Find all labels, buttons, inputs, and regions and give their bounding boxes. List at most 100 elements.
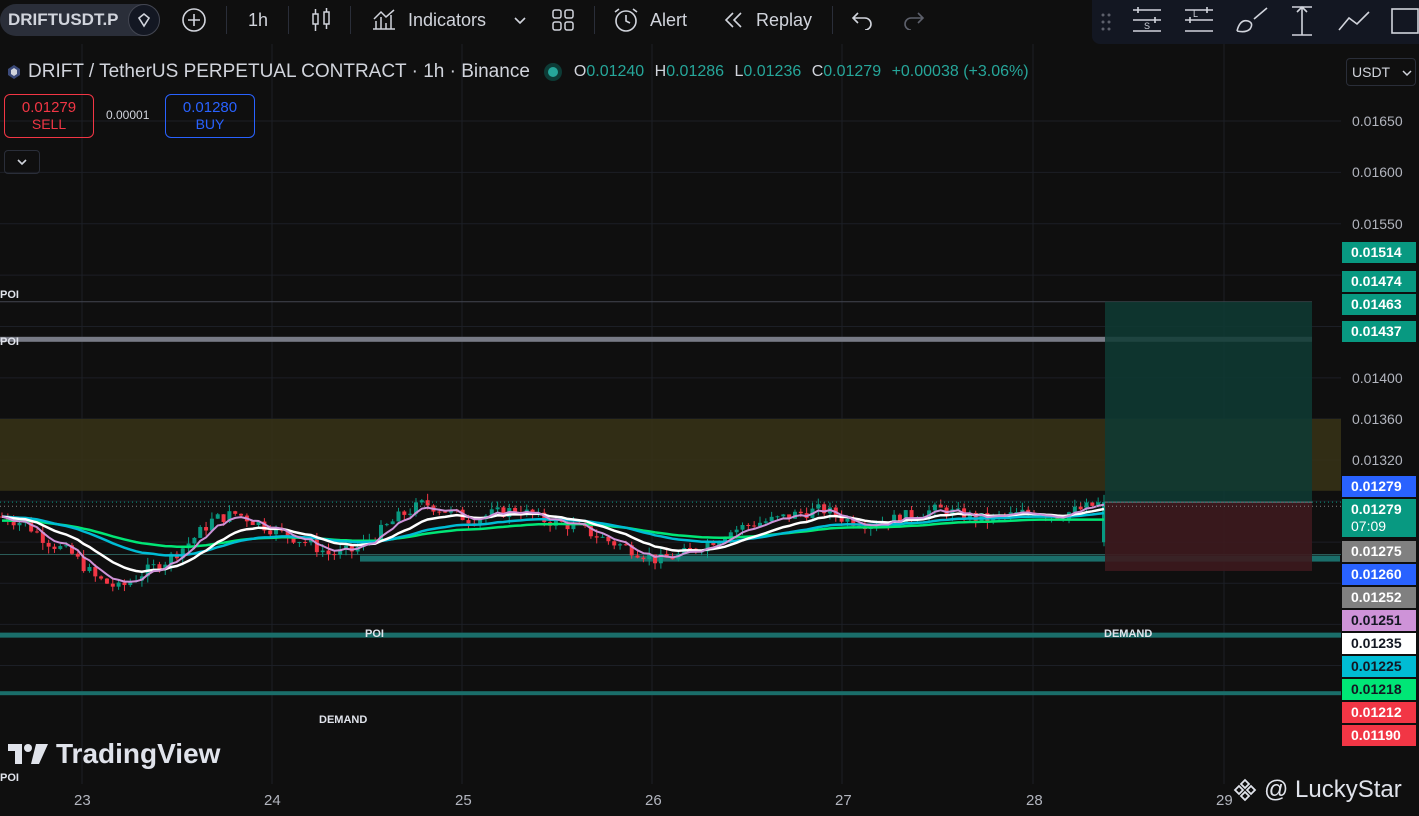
sell-button[interactable]: 0.01279 SELL (4, 94, 94, 138)
candle-body (740, 525, 745, 530)
rectangle-icon[interactable] (1388, 5, 1419, 37)
candle-body (326, 550, 331, 555)
price-tag: 0.01225 (1342, 656, 1416, 677)
tv-logo-icon (8, 744, 48, 764)
high-value: 0.01286 (666, 63, 725, 80)
price-tag: 0.01218 (1342, 679, 1416, 700)
chevron-down-icon (1402, 70, 1412, 77)
candle-body (594, 536, 599, 538)
price-tick: 0.01320 (1352, 452, 1403, 468)
moving-average-lines (1, 503, 1105, 583)
candle-body (198, 527, 203, 538)
price-tick: 0.01400 (1352, 369, 1403, 386)
brush-icon[interactable] (1234, 5, 1270, 37)
candle-body (110, 583, 115, 587)
candle-body (641, 557, 646, 560)
redo-button[interactable] (902, 0, 926, 40)
close-value: 0.01279 (823, 63, 882, 80)
candle-body (233, 511, 238, 514)
price-tag-value: 0.01260 (1351, 566, 1402, 582)
toolbar-divider (226, 6, 227, 34)
candle-body (425, 500, 430, 506)
candle-body (635, 555, 640, 558)
candle-body (1072, 506, 1077, 513)
candle-body (618, 544, 623, 546)
candle-body (752, 525, 757, 527)
interval-button[interactable]: 1h (248, 0, 268, 40)
interval-label: 1h (248, 9, 269, 30)
candle-body (390, 521, 395, 525)
poi-label: POI (365, 628, 384, 640)
candle-body (104, 578, 109, 584)
indicators-button[interactable]: Indicators (370, 0, 486, 40)
collapse-legend-button[interactable] (4, 150, 40, 174)
candle-body (437, 511, 442, 513)
candle-body (845, 518, 850, 522)
time-axis[interactable] (0, 784, 1341, 816)
symbol-search-button[interactable]: DRIFTUSDT.P (0, 4, 160, 36)
candle-body (746, 525, 751, 527)
undo-button[interactable] (850, 0, 874, 40)
candle-body (58, 546, 63, 549)
candle-body (495, 507, 500, 510)
candle-body (297, 541, 302, 543)
candle-body (215, 514, 220, 519)
time-label: 29 (1216, 792, 1233, 809)
candle-body (798, 511, 803, 514)
indicators-label: Indicators (408, 9, 487, 30)
templates-button[interactable] (550, 0, 576, 40)
open-value: 0.01240 (586, 63, 645, 80)
close-label: C (811, 63, 824, 80)
tradingview-logo[interactable]: TradingView (8, 738, 220, 770)
price-tag: 0.01235 (1342, 633, 1416, 654)
buy-price: 0.01280 (182, 99, 238, 116)
price-tag: 0.01279 (1342, 476, 1416, 497)
long-position-icon[interactable]: L (1182, 5, 1216, 37)
price-tag-value: 0.01279 (1351, 478, 1402, 494)
top-toolbar: DRIFTUSDT.P 1h Indicators Alert Replay S (0, 0, 1419, 44)
candle-body (466, 520, 471, 524)
compare-symbol-button[interactable] (180, 0, 208, 40)
plus-circle-icon (182, 8, 206, 32)
indicators-dropdown[interactable] (512, 0, 528, 40)
chart-legend[interactable]: DRIFT / TetherUS PERPETUAL CONTRACT · 1h… (6, 60, 1035, 84)
alert-button[interactable]: Alert (612, 0, 687, 40)
sell-price: 0.01279 (21, 99, 77, 116)
replay-button[interactable]: Replay (722, 0, 812, 40)
price-tag-value: 0.01463 (1351, 296, 1402, 312)
price-tag-value: 0.01252 (1351, 589, 1402, 605)
price-tag: 0.01252 (1342, 587, 1416, 608)
chart-type-button[interactable] (310, 0, 332, 40)
candle-body (99, 576, 104, 579)
currency-selector[interactable]: USDT (1346, 58, 1416, 86)
moving-average-line (2, 518, 1104, 549)
buy-button[interactable]: 0.01280 BUY (165, 94, 255, 138)
svg-text:S: S (1144, 21, 1150, 31)
candle-body (734, 529, 739, 533)
alert-label: Alert (650, 9, 688, 30)
trend-line-icon[interactable] (1336, 6, 1372, 36)
time-label: 25 (455, 792, 472, 809)
price-tag-value: 0.01251 (1351, 612, 1402, 628)
candlestick-icon (312, 8, 330, 31)
drag-handle-icon[interactable] (1100, 12, 1112, 32)
candle-body (1078, 506, 1083, 510)
vertical-measure-icon[interactable] (1288, 4, 1316, 38)
short-position-icon[interactable]: S (1130, 5, 1164, 37)
candle-body (408, 513, 413, 515)
candle-body (239, 513, 244, 516)
time-label: 27 (835, 792, 852, 809)
time-label: 24 (264, 792, 281, 809)
candle-body (303, 541, 308, 543)
alarm-clock-icon (614, 8, 638, 32)
market-status-icon[interactable] (542, 61, 564, 83)
ohlc-values: O0.01240 H0.01286 L0.01236 C0.01279 +0.0… (574, 63, 1035, 81)
candle-body (151, 564, 156, 566)
high-label: H (654, 63, 667, 80)
diamond-icon[interactable] (128, 4, 160, 36)
coin-logo-icon (8, 65, 20, 79)
price-tag: 0.01212 (1342, 702, 1416, 723)
drawing-favorites-bar: S L (1092, 0, 1419, 44)
candle-body (122, 582, 127, 586)
price-tag-value: 0.01190 (1351, 727, 1401, 743)
